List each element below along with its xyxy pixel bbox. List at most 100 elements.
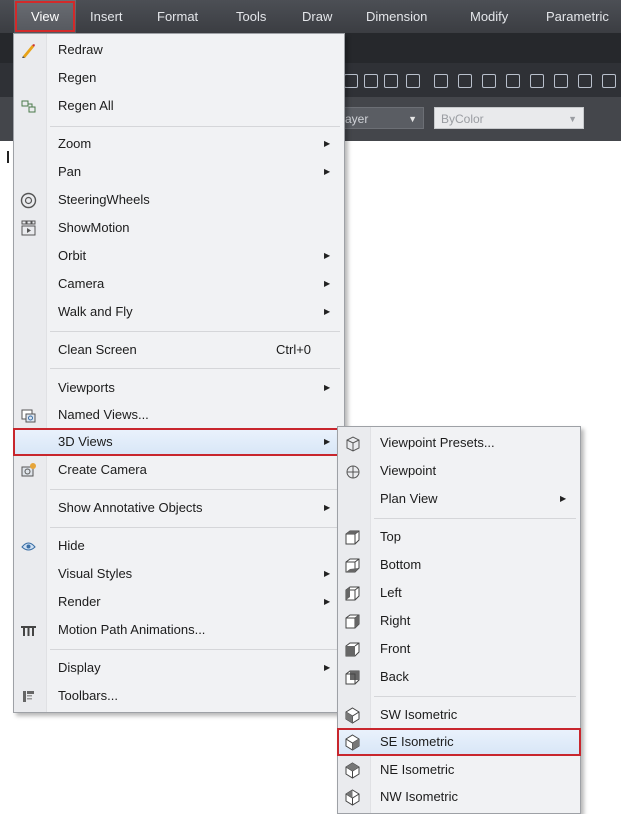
front-view-icon <box>344 641 361 658</box>
menu-item-sw-isometric[interactable]: SW Isometric <box>338 702 580 728</box>
menu-item-label: Zoom <box>58 136 92 151</box>
submenu-arrow-icon: ▶ <box>324 139 331 148</box>
nw-isometric-icon <box>344 789 361 806</box>
toolbar-icon[interactable] <box>364 74 378 88</box>
menu-tools[interactable]: Tools <box>236 0 266 33</box>
submenu-arrow-icon: ▶ <box>324 597 331 606</box>
layer-combo[interactable]: ayer ▼ <box>338 107 424 129</box>
toolbar-icon[interactable] <box>554 74 568 88</box>
se-isometric-icon <box>344 734 361 751</box>
menu-item-bottom[interactable]: Bottom <box>338 552 580 578</box>
menu-item-label: Plan View <box>380 491 438 506</box>
menu-item-viewpoint[interactable]: Viewpoint <box>338 458 580 484</box>
menu-item-label: Redraw <box>58 42 103 57</box>
menu-item-camera[interactable]: Camera ▶ <box>14 271 344 297</box>
toolbar-icon[interactable] <box>384 74 398 88</box>
menu-item-viewports[interactable]: Viewports ▶ <box>14 375 344 401</box>
menu-item-show-annotative-objects[interactable]: Show Annotative Objects ▶ <box>14 495 344 521</box>
menu-item-regen-all[interactable]: Regen All <box>14 93 344 119</box>
menu-item-hide[interactable]: Hide <box>14 533 344 559</box>
toolbar-icon[interactable] <box>458 74 472 88</box>
menu-dimension[interactable]: Dimension <box>366 0 427 33</box>
toolbar-icon[interactable] <box>602 74 616 88</box>
menu-item-motion-path-animations[interactable]: Motion Path Animations... <box>14 617 344 643</box>
menu-item-label: Viewpoint <box>380 463 437 478</box>
menu-format[interactable]: Format <box>157 0 198 33</box>
bottom-view-icon <box>344 557 361 574</box>
menu-item-label: Clean Screen <box>58 342 137 357</box>
menu-separator <box>374 518 576 519</box>
menu-item-3d-views[interactable]: 3D Views ▶ <box>13 428 345 456</box>
ne-isometric-icon <box>344 762 361 779</box>
menu-item-label: Back <box>380 669 409 684</box>
menu-item-zoom[interactable]: Zoom ▶ <box>14 131 344 157</box>
menu-item-orbit[interactable]: Orbit ▶ <box>14 243 344 269</box>
menu-separator <box>50 126 340 127</box>
menu-separator <box>50 331 340 332</box>
menu-item-label: Regen All <box>58 98 114 113</box>
menu-item-label: Viewpoint Presets... <box>380 435 495 450</box>
menu-item-label: Orbit <box>58 248 87 263</box>
menu-item-steeringwheels[interactable]: SteeringWheels <box>14 187 344 213</box>
color-combo[interactable]: ByColor ▼ <box>434 107 584 129</box>
menu-item-toolbars[interactable]: Toolbars... <box>14 683 344 709</box>
menu-item-left[interactable]: Left <box>338 580 580 606</box>
menu-draw[interactable]: Draw <box>302 0 332 33</box>
menu-item-label: Walk and Fly <box>58 304 133 319</box>
menu-item-label: Visual Styles <box>58 566 133 581</box>
menu-insert[interactable]: Insert <box>90 0 123 33</box>
menu-item-walk-and-fly[interactable]: Walk and Fly ▶ <box>14 299 344 325</box>
menu-item-viewpoint-presets[interactable]: Viewpoint Presets... <box>338 430 580 456</box>
menu-item-back[interactable]: Back <box>338 664 580 690</box>
menu-item-right[interactable]: Right <box>338 608 580 634</box>
menu-view[interactable]: View <box>14 0 76 33</box>
submenu-arrow-icon: ▶ <box>324 569 331 578</box>
menu-item-visual-styles[interactable]: Visual Styles ▶ <box>14 561 344 587</box>
menu-item-label: Hide <box>58 538 85 553</box>
menu-item-render[interactable]: Render ▶ <box>14 589 344 615</box>
menu-item-nw-isometric[interactable]: NW Isometric <box>338 784 580 810</box>
menu-item-display[interactable]: Display ▶ <box>14 655 344 681</box>
toolbar-icon[interactable] <box>406 74 420 88</box>
steering-wheel-icon <box>20 192 37 209</box>
named-views-icon <box>20 407 37 424</box>
layer-combo-value: ayer <box>345 112 369 126</box>
dropdown-arrow-icon: ▼ <box>568 114 577 124</box>
menu-item-ne-isometric[interactable]: NE Isometric <box>338 757 580 783</box>
menu-item-named-views[interactable]: Named Views... <box>14 402 344 428</box>
menu-item-front[interactable]: Front <box>338 636 580 662</box>
menu-item-label: 3D Views <box>58 434 113 449</box>
menu-modify[interactable]: Modify <box>470 0 508 33</box>
toolbar-icon[interactable] <box>578 74 592 88</box>
menu-item-label: Top <box>380 529 401 544</box>
menu-item-pan[interactable]: Pan ▶ <box>14 159 344 185</box>
submenu-arrow-icon: ▶ <box>324 663 331 672</box>
create-camera-icon <box>20 462 37 479</box>
menu-item-label: Bottom <box>380 557 422 572</box>
menu-item-create-camera[interactable]: Create Camera <box>14 457 344 483</box>
menu-item-clean-screen[interactable]: Clean Screen Ctrl+0 <box>14 337 344 363</box>
toolbar-icon[interactable] <box>344 74 358 88</box>
motion-path-icon <box>20 622 37 639</box>
sw-isometric-icon <box>344 707 361 724</box>
menu-item-redraw[interactable]: Redraw <box>14 37 344 63</box>
menu-separator <box>50 489 340 490</box>
menu-item-regen[interactable]: Regen <box>14 65 344 91</box>
menu-item-showmotion[interactable]: ShowMotion <box>14 215 344 241</box>
submenu-arrow-icon: ▶ <box>324 503 331 512</box>
menu-item-label: SW Isometric <box>380 707 458 722</box>
toolbar-icon[interactable] <box>434 74 448 88</box>
menu-parametric[interactable]: Parametric <box>546 0 609 33</box>
pencil-icon <box>20 42 37 59</box>
toolbar-icon[interactable] <box>506 74 520 88</box>
menu-item-label: Viewports <box>58 380 115 395</box>
menu-item-se-isometric[interactable]: SE Isometric <box>337 728 581 756</box>
menu-item-label: Render <box>58 594 101 609</box>
menu-item-plan-view[interactable]: Plan View ▶ <box>338 486 580 512</box>
menu-item-top[interactable]: Top <box>338 524 580 550</box>
submenu-arrow-icon: ▶ <box>324 437 331 446</box>
menu-item-label: Left <box>380 585 402 600</box>
toolbar-icon[interactable] <box>530 74 544 88</box>
toolbar-icon[interactable] <box>482 74 496 88</box>
menu-item-label: Toolbars... <box>58 688 118 703</box>
